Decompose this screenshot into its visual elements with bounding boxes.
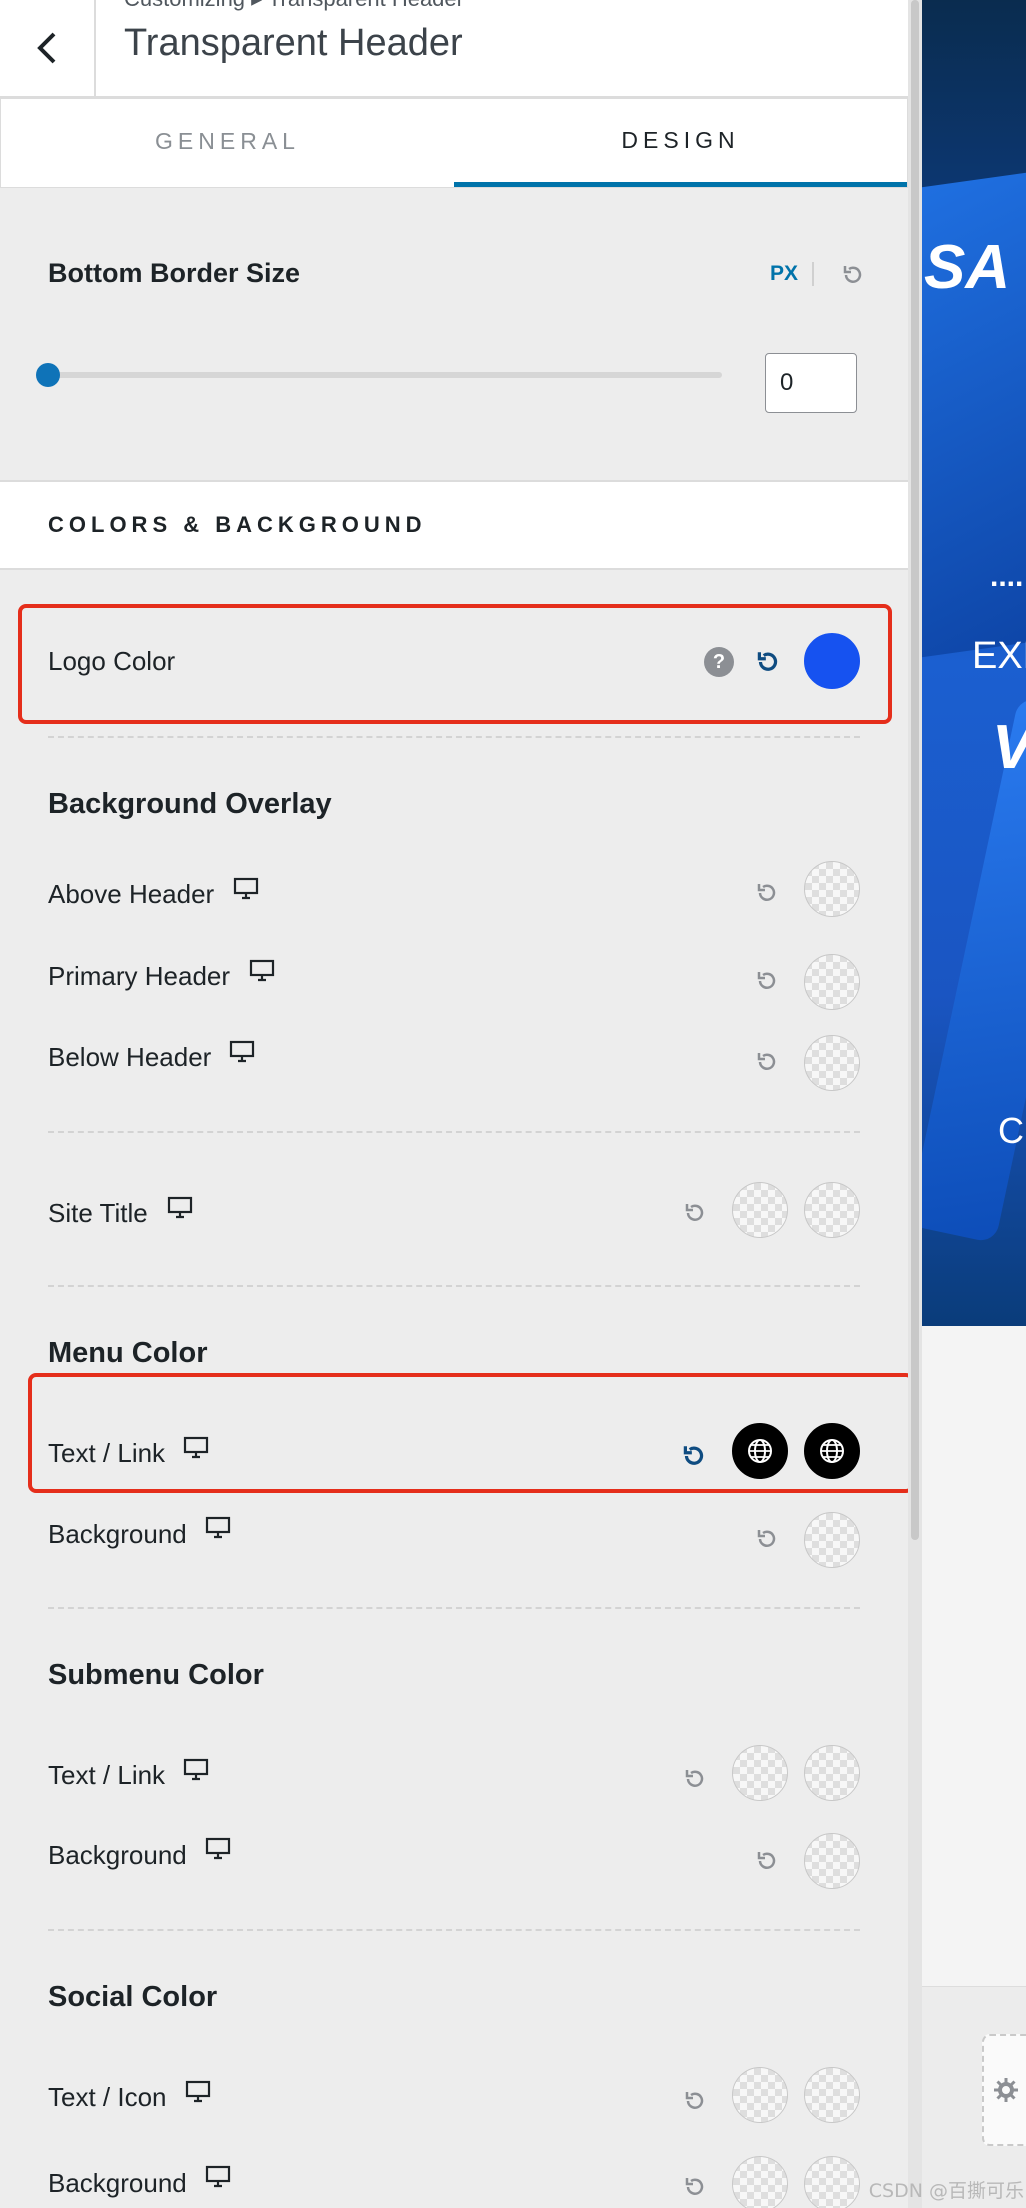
reset-icon[interactable] [754,968,780,994]
chevron-left-icon [37,32,56,64]
site-title-label: Site Title [48,1198,148,1228]
logo-color-label: Logo Color [48,646,176,676]
unit-divider [812,262,814,286]
reset-icon[interactable] [682,2088,708,2114]
menu-text-link-label: Text / Link [48,1438,166,1468]
menu-background-swatch[interactable] [804,1512,860,1568]
tab-bar: GENERAL DESIGN [0,98,908,188]
preview-edit-button[interactable] [982,2034,1026,2146]
preview-card-text: V/ [992,712,1026,783]
panel-header: Customizing ▸ Transparent Header Transpa… [0,0,908,98]
social-background-swatch-normal[interactable] [732,2156,788,2208]
preview-card-text: C [998,1110,1024,1151]
menu-text-swatch-normal[interactable] [732,1423,788,1479]
submenu-background-label: Background [48,1840,187,1870]
above-header-label: Above Header [48,879,215,909]
scrollbar-thumb[interactable] [911,0,919,1540]
tab-design[interactable]: DESIGN [454,99,907,187]
preview-content [922,1326,1026,1986]
primary-header-swatch[interactable] [804,954,860,1010]
monitor-icon[interactable] [166,1195,194,1221]
primary-header-label: Primary Header [48,961,231,991]
divider [48,736,860,738]
social-text-icon-label: Text / Icon [48,2082,167,2112]
reset-icon[interactable] [682,2174,708,2200]
monitor-icon[interactable] [248,958,276,984]
social-background-swatch-hover[interactable] [804,2156,860,2208]
submenu-color-heading: Submenu Color [48,1659,264,1691]
submenu-text-link-label: Text / Link [48,1760,166,1790]
divider [48,1607,860,1609]
social-text-swatch-hover[interactable] [804,2067,860,2123]
monitor-icon[interactable] [182,1757,210,1783]
border-size-slider-track[interactable] [48,372,722,378]
tab-general[interactable]: GENERAL [1,99,454,183]
reset-icon[interactable] [680,1442,708,1470]
page-title: Transparent Header [124,22,463,64]
reset-icon[interactable] [754,1526,780,1552]
submenu-text-swatch-normal[interactable] [732,1745,788,1801]
reset-icon[interactable] [754,880,780,906]
preview-card-text: .... [990,560,1024,593]
preview-card-text: SA [924,233,1011,302]
monitor-icon[interactable] [204,2164,232,2190]
globe-icon [820,1439,844,1463]
reset-icon[interactable] [840,262,866,288]
menu-background-label: Background [48,1519,187,1549]
below-header-label: Below Header [48,1042,212,1072]
monitor-icon[interactable] [204,1836,232,1862]
reset-icon[interactable] [682,1200,708,1226]
border-size-label: Bottom Border Size [48,258,301,288]
background-overlay-heading: Background Overlay [48,788,332,820]
colors-background-section: COLORS & BACKGROUND [0,480,908,570]
site-title-swatch-normal[interactable] [732,1182,788,1238]
section-title: COLORS & BACKGROUND [48,512,427,537]
above-header-swatch[interactable] [804,861,860,917]
preview-card-text: EXP [972,635,1026,677]
monitor-icon[interactable] [184,2079,212,2105]
reset-icon[interactable] [754,1848,780,1874]
monitor-icon[interactable] [232,876,260,902]
globe-icon [748,1439,772,1463]
breadcrumb: Customizing ▸ Transparent Header [124,0,464,12]
help-icon[interactable]: ? [704,647,734,677]
reset-icon[interactable] [682,1766,708,1792]
menu-text-swatch-hover[interactable] [804,1423,860,1479]
monitor-icon[interactable] [182,1435,210,1461]
back-button[interactable] [0,0,96,96]
menu-color-heading: Menu Color [48,1337,208,1369]
below-header-swatch[interactable] [804,1035,860,1091]
logo-color-swatch[interactable] [804,633,860,689]
monitor-icon[interactable] [204,1515,232,1541]
divider [48,1929,860,1931]
border-size-slider-handle[interactable] [36,363,60,387]
reset-icon[interactable] [754,648,782,676]
divider [48,1285,860,1287]
submenu-text-swatch-hover[interactable] [804,1745,860,1801]
divider [48,1131,860,1133]
social-color-heading: Social Color [48,1981,218,2013]
site-title-swatch-hover[interactable] [804,1182,860,1238]
customizer-panel: Customizing ▸ Transparent Header Transpa… [0,0,908,2208]
unit-selector[interactable]: PX [770,262,798,286]
social-background-label: Background [48,2168,187,2198]
watermark: CSDN @百撕可乐 [868,2180,1024,2202]
social-text-swatch-normal[interactable] [732,2067,788,2123]
submenu-background-swatch[interactable] [804,1833,860,1889]
panel-scrollbar[interactable] [908,0,922,2208]
monitor-icon[interactable] [228,1039,256,1065]
site-preview: SA .... EXP V/ C [922,0,1026,2208]
border-size-input[interactable] [765,353,857,413]
gear-icon [994,2078,1018,2102]
reset-icon[interactable] [754,1049,780,1075]
